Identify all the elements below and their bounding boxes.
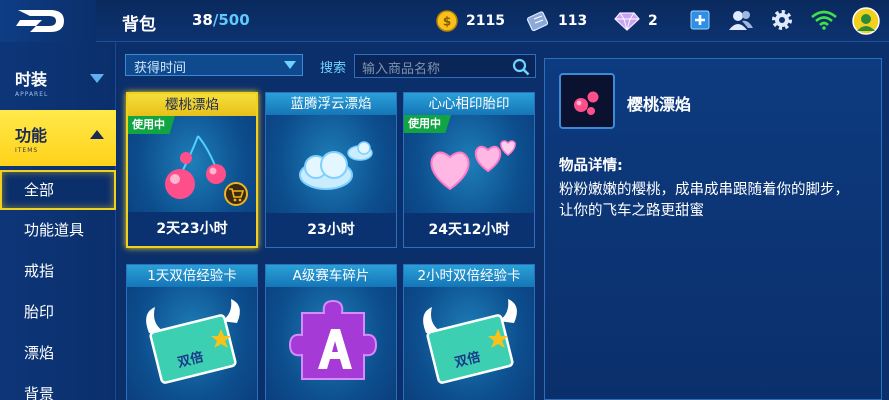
sidebar-item-all[interactable]: 全部 [0, 170, 116, 210]
ticket-icon [526, 11, 549, 32]
category-items-subtitle: ITEMS [15, 147, 39, 154]
sidebar-item-function-props[interactable]: 功能道具 [0, 210, 116, 250]
item-card-a-class-fragment[interactable]: A级赛车碎片 [265, 264, 397, 400]
category-fashion-subtitle: APPAREL [15, 91, 49, 98]
category-sidebar: 时装 APPAREL 功能 ITEMS 全部 功能道具 戒指 胎印 漂焰 背景 [0, 42, 116, 400]
sidebar-item-drift-flames[interactable]: 漂焰 [0, 333, 116, 373]
item-name: 2小时双倍经验卡 [404, 265, 534, 287]
double-exp-card-icon: 双倍 [146, 299, 240, 384]
svg-text:$: $ [443, 15, 451, 29]
item-card-1day-double-exp[interactable]: 1天双倍经验卡 双倍 [126, 264, 258, 400]
cherry-flame-icon [574, 91, 599, 115]
category-items-title: 功能 [15, 126, 48, 145]
chevron-down-icon [90, 74, 104, 83]
friends-icon[interactable] [728, 8, 754, 32]
dropdown-arrow-icon [284, 61, 296, 69]
category-fashion-title: 时装 [15, 70, 48, 89]
heart-tire-mark-icon [430, 140, 516, 191]
detail-item-name: 樱桃漂焰 [627, 95, 692, 114]
sort-dropdown-label: 获得时间 [134, 61, 187, 76]
item-card-heart-tire-mark[interactable]: 心心相印胎印 使用中 24天12小时 [403, 92, 535, 248]
cherry-flame-icon [165, 135, 226, 199]
settings-icon[interactable] [770, 8, 794, 32]
coin-value: 2115 [466, 13, 505, 29]
search-icon[interactable] [512, 58, 530, 76]
detail-heading: 物品详情: [559, 158, 623, 174]
item-remaining-time: 24天12小时 [404, 213, 534, 247]
diamond-value: 2 [648, 13, 658, 29]
item-remaining-time: 2天23小时 [128, 212, 256, 246]
double-exp-card-icon: 双倍 [423, 299, 517, 384]
back-button[interactable] [0, 0, 96, 42]
page-title: 背包 [122, 15, 156, 35]
wifi-icon [811, 10, 837, 30]
item-name: 1天双倍经验卡 [127, 265, 257, 287]
search-placeholder: 输入商品名称 [362, 62, 441, 77]
search-field[interactable]: 输入商品名称 [354, 54, 536, 78]
detail-thumbnail [559, 73, 615, 129]
coin-counter[interactable]: $ 2115 [436, 0, 505, 42]
coin-icon: $ [436, 10, 458, 32]
item-remaining-time: 23小时 [266, 213, 396, 247]
search-label: 搜索 [320, 61, 347, 76]
sidebar-item-rings[interactable]: 戒指 [0, 251, 116, 291]
cart-icon[interactable] [224, 182, 248, 206]
sidebar-item-backgrounds[interactable]: 背景 [0, 374, 116, 400]
in-use-badge: 使用中 [404, 115, 451, 133]
back-logo-icon [16, 10, 64, 32]
ticket-counter[interactable]: 113 [526, 0, 587, 42]
item-name: 心心相印胎印 [404, 93, 534, 115]
item-card-cherry-flame[interactable]: 樱桃漂焰 使用中 2天23小时 [126, 92, 258, 248]
item-card-2hour-double-exp[interactable]: 2小时双倍经验卡 双倍 [403, 264, 535, 400]
bag-capacity: 38/500 [192, 11, 250, 29]
cloud-flame-icon [299, 141, 373, 190]
top-bar: 背包 38/500 $ 2115 113 2 [0, 0, 889, 42]
chevron-up-icon [90, 130, 104, 139]
puzzle-piece-icon [288, 299, 378, 380]
category-fashion[interactable]: 时装 APPAREL [0, 54, 116, 110]
ticket-value: 113 [558, 13, 588, 29]
sort-dropdown[interactable]: 获得时间 [125, 54, 303, 76]
diamond-counter[interactable]: 2 [614, 0, 658, 42]
item-card-cloud-flame[interactable]: 蓝腾浮云漂焰 23小时 [265, 92, 397, 248]
avatar-icon[interactable] [852, 7, 880, 35]
sidebar-item-tire-marks[interactable]: 胎印 [0, 292, 116, 332]
bag-current-count: 38 [192, 11, 213, 29]
detail-description: 粉粉嫩嫩的樱桃，成串成串跟随着你的脚步，让你的飞车之路更甜蜜 [559, 182, 849, 219]
add-icon[interactable] [690, 10, 710, 30]
diamond-icon [614, 12, 640, 31]
item-name: 樱桃漂焰 [128, 94, 256, 116]
category-items[interactable]: 功能 ITEMS [0, 110, 116, 166]
item-name: A级赛车碎片 [266, 265, 396, 287]
item-name: 蓝腾浮云漂焰 [266, 93, 396, 115]
bag-max-count: /500 [212, 11, 250, 29]
item-detail-panel: 樱桃漂焰 物品详情: 粉粉嫩嫩的樱桃，成串成串跟随着你的脚步，让你的飞车之路更甜… [544, 58, 882, 400]
